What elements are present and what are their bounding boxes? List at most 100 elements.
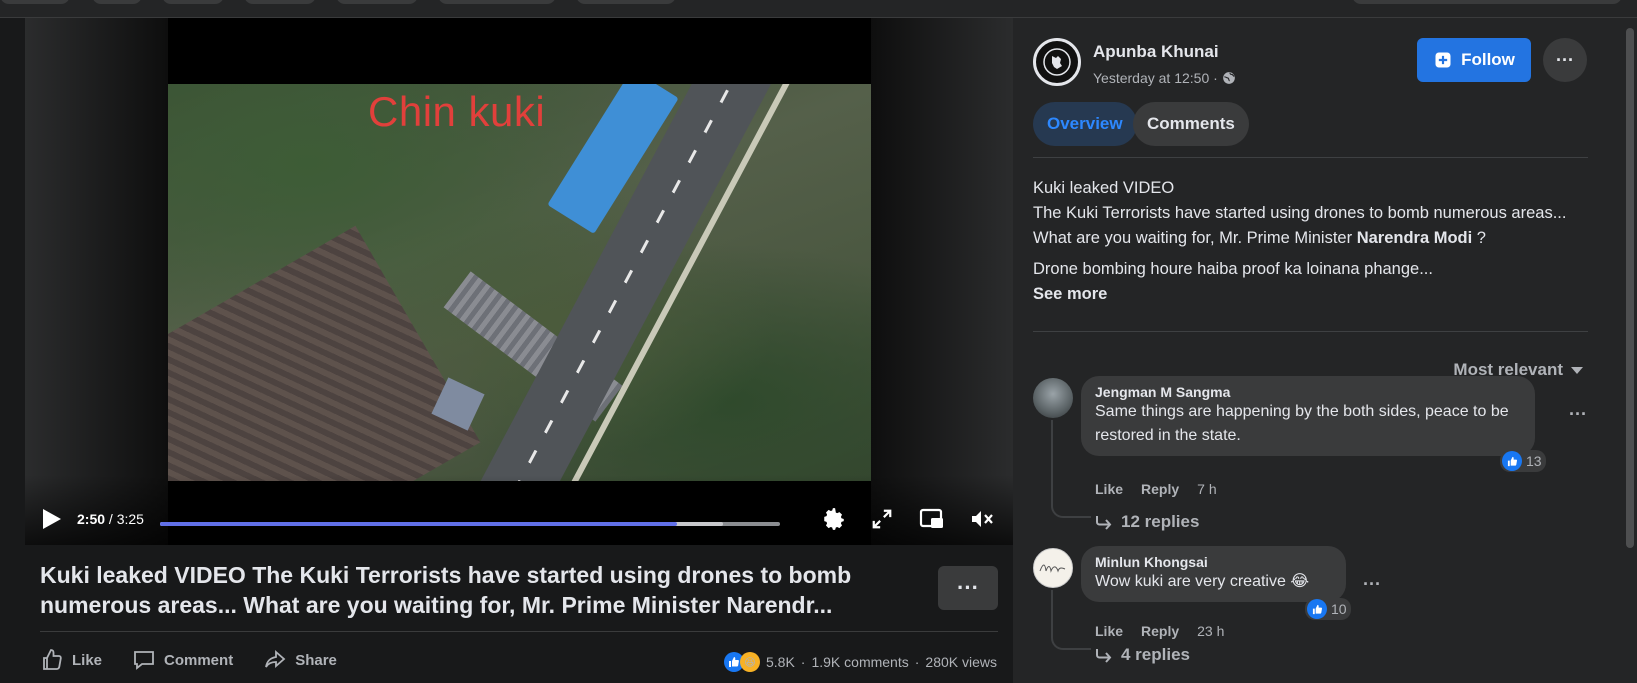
comment-more-button[interactable]: ··· xyxy=(1569,404,1587,425)
commenter-avatar[interactable] xyxy=(1033,548,1073,588)
share-label: Share xyxy=(295,651,337,669)
divider xyxy=(1033,331,1588,332)
commenter-name[interactable]: Minlun Khongsai xyxy=(1095,554,1332,570)
comment-reply-link[interactable]: Reply xyxy=(1141,623,1179,639)
comment-like-count[interactable]: 13 xyxy=(1500,450,1546,472)
page-more-button[interactable]: ··· xyxy=(1543,38,1587,82)
top-nav-pill[interactable] xyxy=(92,0,142,4)
mention-link[interactable]: Narendra Modi xyxy=(1357,229,1473,247)
roof-brown xyxy=(168,225,481,481)
thread-line xyxy=(1051,420,1091,518)
comment-label: Comment xyxy=(164,651,234,669)
reaction-count[interactable]: 5.8K xyxy=(766,654,795,670)
commenter-name[interactable]: Jengman M Sangma xyxy=(1095,384,1521,400)
description-text: The Kuki Terrorists have started using d… xyxy=(1033,204,1567,247)
comment-bubble: Minlun Khongsai Wow kuki are very creati… xyxy=(1081,546,1346,602)
like-label: Like xyxy=(72,651,103,669)
description-line: Kuki leaked VIDEO xyxy=(1033,179,1175,197)
post-actions: Like Comment Share xyxy=(40,645,337,675)
page-avatar[interactable] xyxy=(1033,38,1081,86)
current-time: 2:50 xyxy=(77,511,106,527)
thumbs-up-icon xyxy=(1307,599,1327,619)
divider xyxy=(40,631,998,632)
comment-more-button[interactable]: ··· xyxy=(1363,574,1381,595)
tab-overview[interactable]: Overview xyxy=(1033,102,1137,146)
like-count: 13 xyxy=(1526,453,1542,469)
tab-comments[interactable]: Comments xyxy=(1133,102,1249,146)
fullscreen-icon[interactable] xyxy=(868,505,896,533)
description-line: Drone bombing houre haiba proof ka loina… xyxy=(1033,260,1433,278)
post-description: Kuki leaked VIDEO The Kuki Terrorists ha… xyxy=(1033,176,1588,307)
like-button[interactable]: Like xyxy=(40,648,102,672)
follow-label: Follow xyxy=(1461,50,1515,69)
comment-icon xyxy=(134,651,154,670)
separator: · xyxy=(800,654,806,670)
video-title: Kuki leaked VIDEO The Kuki Terrorists ha… xyxy=(40,562,852,618)
commenter-avatar[interactable] xyxy=(1033,378,1073,418)
scrollbar-thumb[interactable] xyxy=(1626,28,1634,548)
description-text: ? xyxy=(1472,229,1486,247)
video-time: 2:50 / 3:25 xyxy=(77,511,144,527)
chevron-down-icon xyxy=(1571,366,1583,374)
top-bar xyxy=(0,0,1637,18)
share-button[interactable]: Share xyxy=(263,648,337,672)
comment-like-link[interactable]: Like xyxy=(1095,623,1123,639)
follow-button[interactable]: Follow xyxy=(1417,38,1531,82)
haha-reaction-icon: 😆 xyxy=(739,652,760,672)
mute-speaker-icon[interactable] xyxy=(968,505,996,533)
post-side-panel: Apunba Khunai Yesterday at 12:50 · Follo… xyxy=(1013,18,1623,683)
progress-fill xyxy=(160,522,678,526)
settings-gear-icon[interactable] xyxy=(820,505,848,533)
top-nav-pill[interactable] xyxy=(336,0,418,4)
video-overlay-text: Chin kuki xyxy=(368,88,546,135)
video-frame[interactable]: Chin kuki xyxy=(168,18,871,545)
reply-arrow-icon xyxy=(1096,516,1112,530)
comment-like-count[interactable]: 10 xyxy=(1305,598,1351,620)
see-more-link[interactable]: See more xyxy=(1033,285,1107,303)
post-more-button[interactable]: ··· xyxy=(938,566,998,610)
comment-button[interactable]: Comment xyxy=(132,648,233,672)
comment-count[interactable]: 1.9K comments xyxy=(811,654,908,670)
follow-page-icon xyxy=(1435,52,1451,68)
comment-text: Same things are happening by the both si… xyxy=(1095,403,1509,444)
top-nav-pill[interactable] xyxy=(244,0,316,4)
page-name[interactable]: Apunba Khunai xyxy=(1093,42,1219,62)
globe-icon xyxy=(1222,72,1235,84)
top-nav-pill[interactable] xyxy=(438,0,556,4)
share-icon xyxy=(265,650,286,668)
comment-time[interactable]: 7 h xyxy=(1197,481,1216,497)
top-nav-pill[interactable] xyxy=(576,0,676,4)
post-time-text[interactable]: Yesterday at 12:50 · xyxy=(1093,70,1218,86)
post-stats: 😆 5.8K · 1.9K comments · 280K views xyxy=(723,652,997,672)
view-replies-link[interactable]: 12 replies xyxy=(1095,512,1199,532)
video-player[interactable]: Chin kuki 2:50 / 3:25 xyxy=(25,18,1013,545)
view-replies-link[interactable]: 4 replies xyxy=(1095,645,1190,665)
picture-in-picture-icon[interactable] xyxy=(918,505,946,533)
play-icon[interactable] xyxy=(43,509,61,529)
total-time: / 3:25 xyxy=(108,511,144,527)
separator: · xyxy=(914,654,920,670)
comment-like-link[interactable]: Like xyxy=(1095,481,1123,497)
aerial-footage: Chin kuki xyxy=(168,84,871,481)
signature-logo-icon xyxy=(1039,564,1066,573)
like-count: 10 xyxy=(1331,601,1347,617)
comment-text: Wow kuki are very creative 😂 xyxy=(1095,573,1310,590)
progress-bar[interactable] xyxy=(160,522,780,526)
thumbs-up-icon xyxy=(43,649,62,670)
divider xyxy=(1033,157,1588,158)
top-nav-pill[interactable] xyxy=(162,0,224,4)
replies-count: 4 replies xyxy=(1121,645,1190,664)
thread-line xyxy=(1051,590,1091,650)
search-field[interactable] xyxy=(1352,0,1622,4)
comment-time[interactable]: 23 h xyxy=(1197,623,1224,639)
thumbs-up-icon xyxy=(1502,451,1522,471)
top-nav-pill[interactable] xyxy=(0,0,70,4)
comment-reply-link[interactable]: Reply xyxy=(1141,481,1179,497)
comment-meta: Like Reply 23 h xyxy=(1095,623,1224,639)
replies-count: 12 replies xyxy=(1121,512,1200,531)
view-count: 280K views xyxy=(925,654,997,670)
reply-arrow-icon xyxy=(1096,649,1112,663)
page-logo-icon xyxy=(1043,48,1071,76)
post-timestamp: Yesterday at 12:50 · xyxy=(1093,70,1236,86)
video-controls: 2:50 / 3:25 xyxy=(25,475,1013,545)
